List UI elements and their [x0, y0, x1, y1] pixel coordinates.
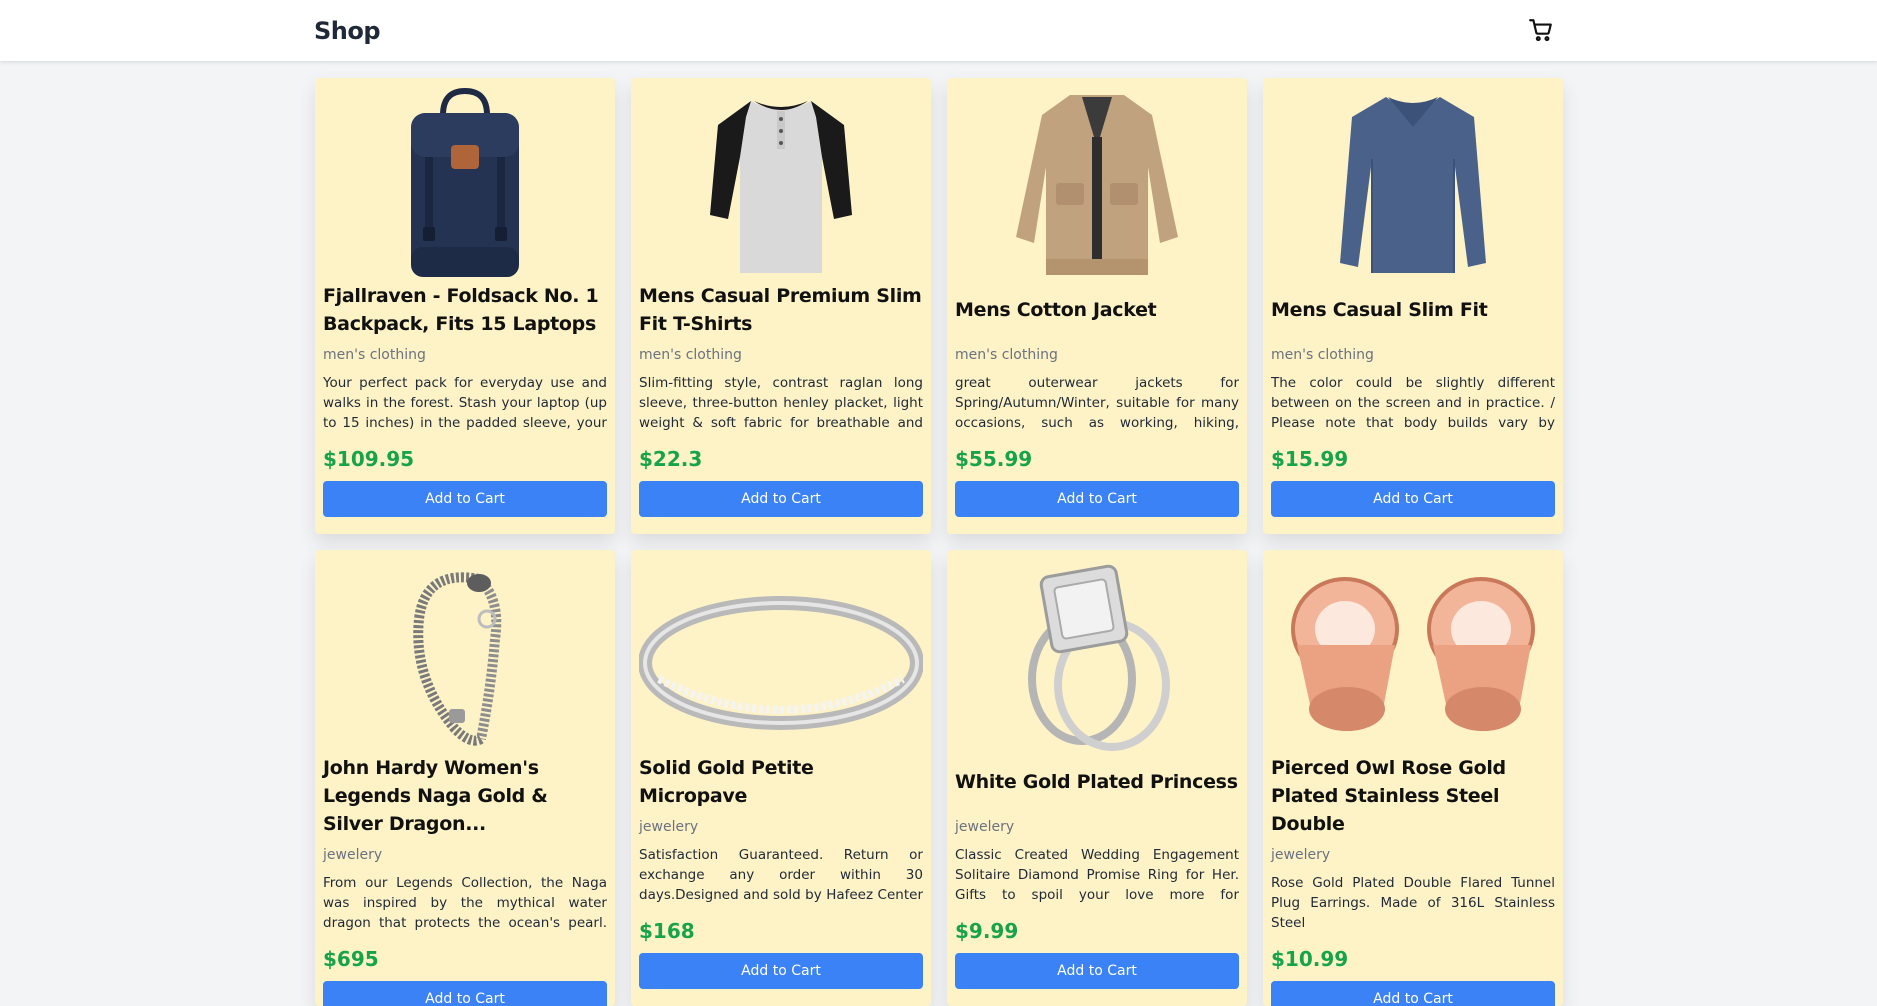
product-description: Satisfaction Guaranteed. Return or excha…	[639, 847, 923, 903]
add-to-cart-button[interactable]: Add to Cart	[639, 953, 923, 989]
product-category: jewelery	[955, 819, 1015, 835]
backpack-icon	[411, 87, 519, 277]
product-card[interactable]: White Gold Plated Princess jewelery Clas…	[947, 550, 1247, 1006]
product-description: The color could be slightly different be…	[1271, 375, 1555, 431]
product-card[interactable]: John Hardy Women's Legends Naga Gold & S…	[315, 550, 615, 1006]
product-image[interactable]	[1271, 78, 1555, 282]
product-description: From our Legends Collection, the Naga wa…	[323, 875, 607, 931]
product-name: Fjallraven - Foldsack No. 1 Backpack, Fi…	[323, 285, 599, 335]
product-description: Your perfect pack for everyday use and w…	[323, 375, 607, 431]
product-price: $168	[639, 919, 695, 943]
product-image[interactable]	[323, 550, 607, 754]
product-price: $55.99	[955, 447, 1033, 471]
product-category: men's clothing	[1271, 347, 1374, 363]
product-image[interactable]	[639, 78, 923, 282]
add-to-cart-button[interactable]: Add to Cart	[639, 481, 923, 517]
product-card[interactable]: Solid Gold Petite Micropave jewelery Sat…	[631, 550, 931, 1006]
product-category: jewelery	[1271, 847, 1331, 863]
bracelet-icon	[413, 572, 502, 746]
product-name: Mens Cotton Jacket	[955, 299, 1157, 321]
product-name: White Gold Plated Princess	[955, 771, 1238, 793]
long-sleeve-shirt-icon	[1340, 97, 1486, 273]
add-to-cart-button[interactable]: Add to Cart	[1271, 481, 1555, 517]
product-price: $9.99	[955, 919, 1019, 943]
product-name: John Hardy Women's Legends Naga Gold & S…	[323, 757, 548, 835]
product-description: Classic Created Wedding Engagement Solit…	[955, 847, 1239, 903]
product-card[interactable]: Mens Casual Premium Slim Fit T-Shirts me…	[631, 78, 931, 534]
product-description: great outerwear jackets for Spring/Autum…	[955, 375, 1239, 431]
product-description: Slim-fitting style, contrast raglan long…	[639, 375, 923, 431]
add-to-cart-button[interactable]: Add to Cart	[1271, 981, 1555, 1006]
shirt-icon	[710, 101, 852, 273]
engagement-ring-icon	[1028, 564, 1170, 751]
product-card[interactable]: Pierced Owl Rose Gold Plated Stainless S…	[1263, 550, 1563, 1006]
product-name: Mens Casual Premium Slim Fit T-Shirts	[639, 285, 922, 335]
product-category: men's clothing	[323, 347, 426, 363]
product-grid: Fjallraven - Foldsack No. 1 Backpack, Fi…	[315, 78, 1563, 1006]
add-to-cart-button[interactable]: Add to Cart	[323, 981, 607, 1006]
product-category: men's clothing	[955, 347, 1058, 363]
product-price: $15.99	[1271, 447, 1349, 471]
add-to-cart-button[interactable]: Add to Cart	[955, 953, 1239, 989]
product-name: Pierced Owl Rose Gold Plated Stainless S…	[1271, 757, 1506, 835]
product-name: Mens Casual Slim Fit	[1271, 299, 1488, 321]
shop-title[interactable]: Shop	[314, 17, 381, 45]
product-category: jewelery	[323, 847, 383, 863]
product-name: Solid Gold Petite Micropave	[639, 757, 814, 807]
cart-icon[interactable]	[1528, 17, 1554, 43]
product-card[interactable]: Fjallraven - Foldsack No. 1 Backpack, Fi…	[315, 78, 615, 534]
add-to-cart-button[interactable]: Add to Cart	[323, 481, 607, 517]
top-navbar: Shop	[0, 0, 1877, 61]
product-price: $10.99	[1271, 947, 1349, 971]
jacket-icon	[1016, 95, 1178, 275]
product-price: $109.95	[323, 447, 415, 471]
earring-plugs-icon	[1291, 577, 1535, 731]
product-category: men's clothing	[639, 347, 742, 363]
product-card[interactable]: Mens Cotton Jacket men's clothing great …	[947, 78, 1247, 534]
product-image[interactable]	[955, 78, 1239, 282]
product-image[interactable]	[639, 550, 923, 754]
product-price: $695	[323, 947, 379, 971]
product-image[interactable]	[1271, 550, 1555, 754]
ring-icon	[639, 596, 923, 730]
product-image[interactable]	[323, 78, 607, 282]
product-image[interactable]	[955, 550, 1239, 754]
product-category: jewelery	[639, 819, 699, 835]
product-card[interactable]: Mens Casual Slim Fit men's clothing The …	[1263, 78, 1563, 534]
product-price: $22.3	[639, 447, 703, 471]
product-description: Rose Gold Plated Double Flared Tunnel Pl…	[1271, 875, 1555, 931]
add-to-cart-button[interactable]: Add to Cart	[955, 481, 1239, 517]
